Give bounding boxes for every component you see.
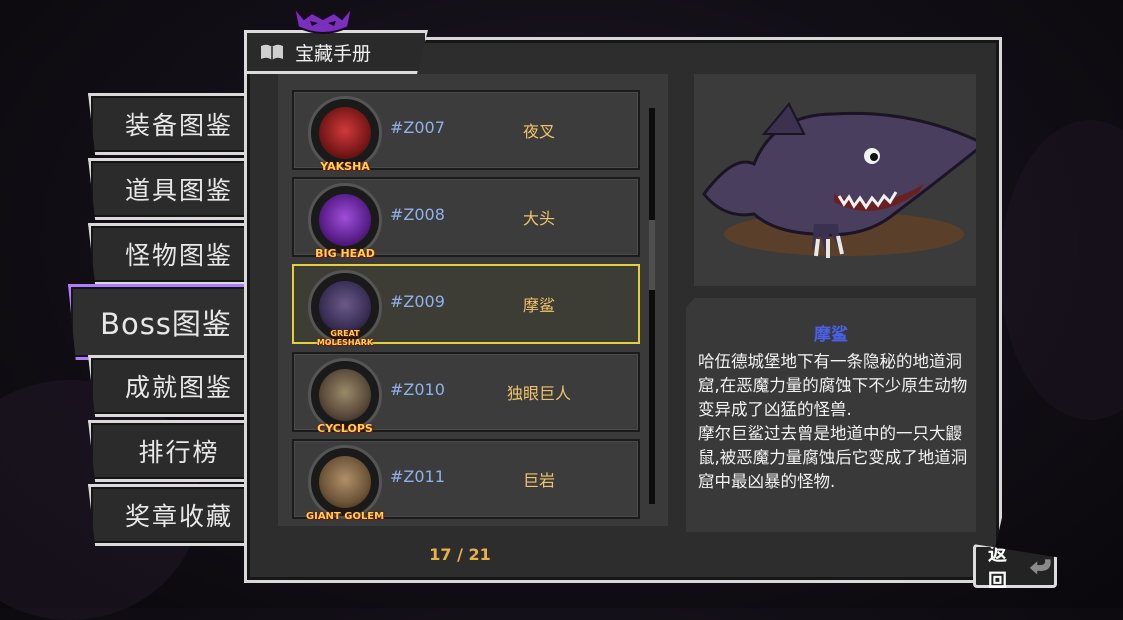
book-icon	[261, 44, 283, 60]
boss-code: #Z008	[390, 205, 445, 224]
list-item[interactable]: BIG HEAD #Z008 大头	[292, 177, 640, 260]
boss-name: 巨岩	[522, 471, 555, 490]
portrait-label: YAKSHA	[320, 160, 370, 173]
window-title-tab: 宝藏手册	[244, 30, 428, 74]
page-indicator: 17 / 21	[429, 545, 491, 564]
tab-label: 装备图鉴	[124, 111, 233, 140]
tab-label: 排行榜	[138, 438, 220, 467]
tab-achievement-codex[interactable]: 成就图鉴	[88, 355, 267, 417]
boss-portrait: YAKSHA	[308, 96, 382, 173]
window-title: 宝藏手册	[295, 42, 372, 65]
list-scrollbar-track[interactable]	[649, 108, 655, 504]
boss-preview-panel	[694, 74, 987, 286]
boss-portrait: GREAT MOLESHARK	[308, 270, 382, 347]
list-scrollbar-thumb[interactable]	[649, 220, 655, 290]
boss-code: #Z010	[390, 380, 445, 399]
boss-portrait: GIANT GOLEM	[305, 445, 385, 522]
boss-name: 独眼巨人	[506, 384, 571, 403]
list-item[interactable]: GIANT GOLEM #Z011 巨岩	[292, 439, 640, 522]
boss-name: 夜叉	[522, 122, 555, 141]
list-item-selected[interactable]: GREAT MOLESHARK #Z009 摩鲨	[292, 264, 640, 347]
tab-label: 成就图鉴	[124, 373, 233, 402]
list-item[interactable]: YAKSHA #Z007 夜叉	[292, 90, 640, 173]
moleshark-illustration	[702, 102, 987, 258]
tab-label: 怪物图鉴	[124, 241, 233, 270]
boss-name: 摩鲨	[522, 296, 555, 315]
list-item[interactable]: CYCLOPS #Z010 独眼巨人	[292, 352, 640, 435]
boss-detail-description: 哈伍德城堡地下有一条隐秘的地道洞窟,在恶魔力量的腐蚀下不少原生动物变异成了凶猛的…	[698, 352, 968, 491]
tab-label: Boss图鉴	[100, 307, 232, 341]
portrait-label: CYCLOPS	[317, 422, 373, 435]
tab-label: 奖章收藏	[124, 502, 233, 531]
tab-boss-codex[interactable]: Boss图鉴	[68, 284, 261, 360]
portrait-label: GIANT GOLEM	[305, 511, 385, 522]
boss-code: #Z011	[390, 467, 445, 486]
boss-code: #Z009	[390, 292, 445, 311]
tab-label: 道具图鉴	[124, 176, 233, 205]
back-button[interactable]: 返回	[973, 544, 1057, 588]
demon-icon	[293, 6, 353, 34]
tab-leaderboard[interactable]: 排行榜	[88, 420, 267, 482]
tab-monster-codex[interactable]: 怪物图鉴	[88, 223, 267, 285]
boss-portrait: CYCLOPS	[308, 358, 382, 435]
portrait-label: BIG HEAD	[315, 247, 375, 260]
boss-portrait: BIG HEAD	[308, 183, 382, 260]
portrait-label: GREAT MOLESHARK	[316, 329, 374, 347]
return-arrow-icon	[1029, 559, 1051, 575]
boss-detail-title: 摩鲨	[814, 325, 848, 345]
boss-description-panel: 摩鲨 哈伍德城堡地下有一条隐秘的地道洞窟,在恶魔力量的腐蚀下不少原生动物变异成了…	[686, 298, 976, 532]
background-shape	[1000, 120, 1123, 420]
boss-name: 大头	[522, 209, 555, 228]
tab-items-codex[interactable]: 道具图鉴	[88, 158, 267, 220]
boss-code: #Z007	[390, 118, 445, 137]
tab-equipment-codex[interactable]: 装备图鉴	[88, 93, 267, 155]
tab-medal-collection[interactable]: 奖章收藏	[88, 484, 267, 546]
